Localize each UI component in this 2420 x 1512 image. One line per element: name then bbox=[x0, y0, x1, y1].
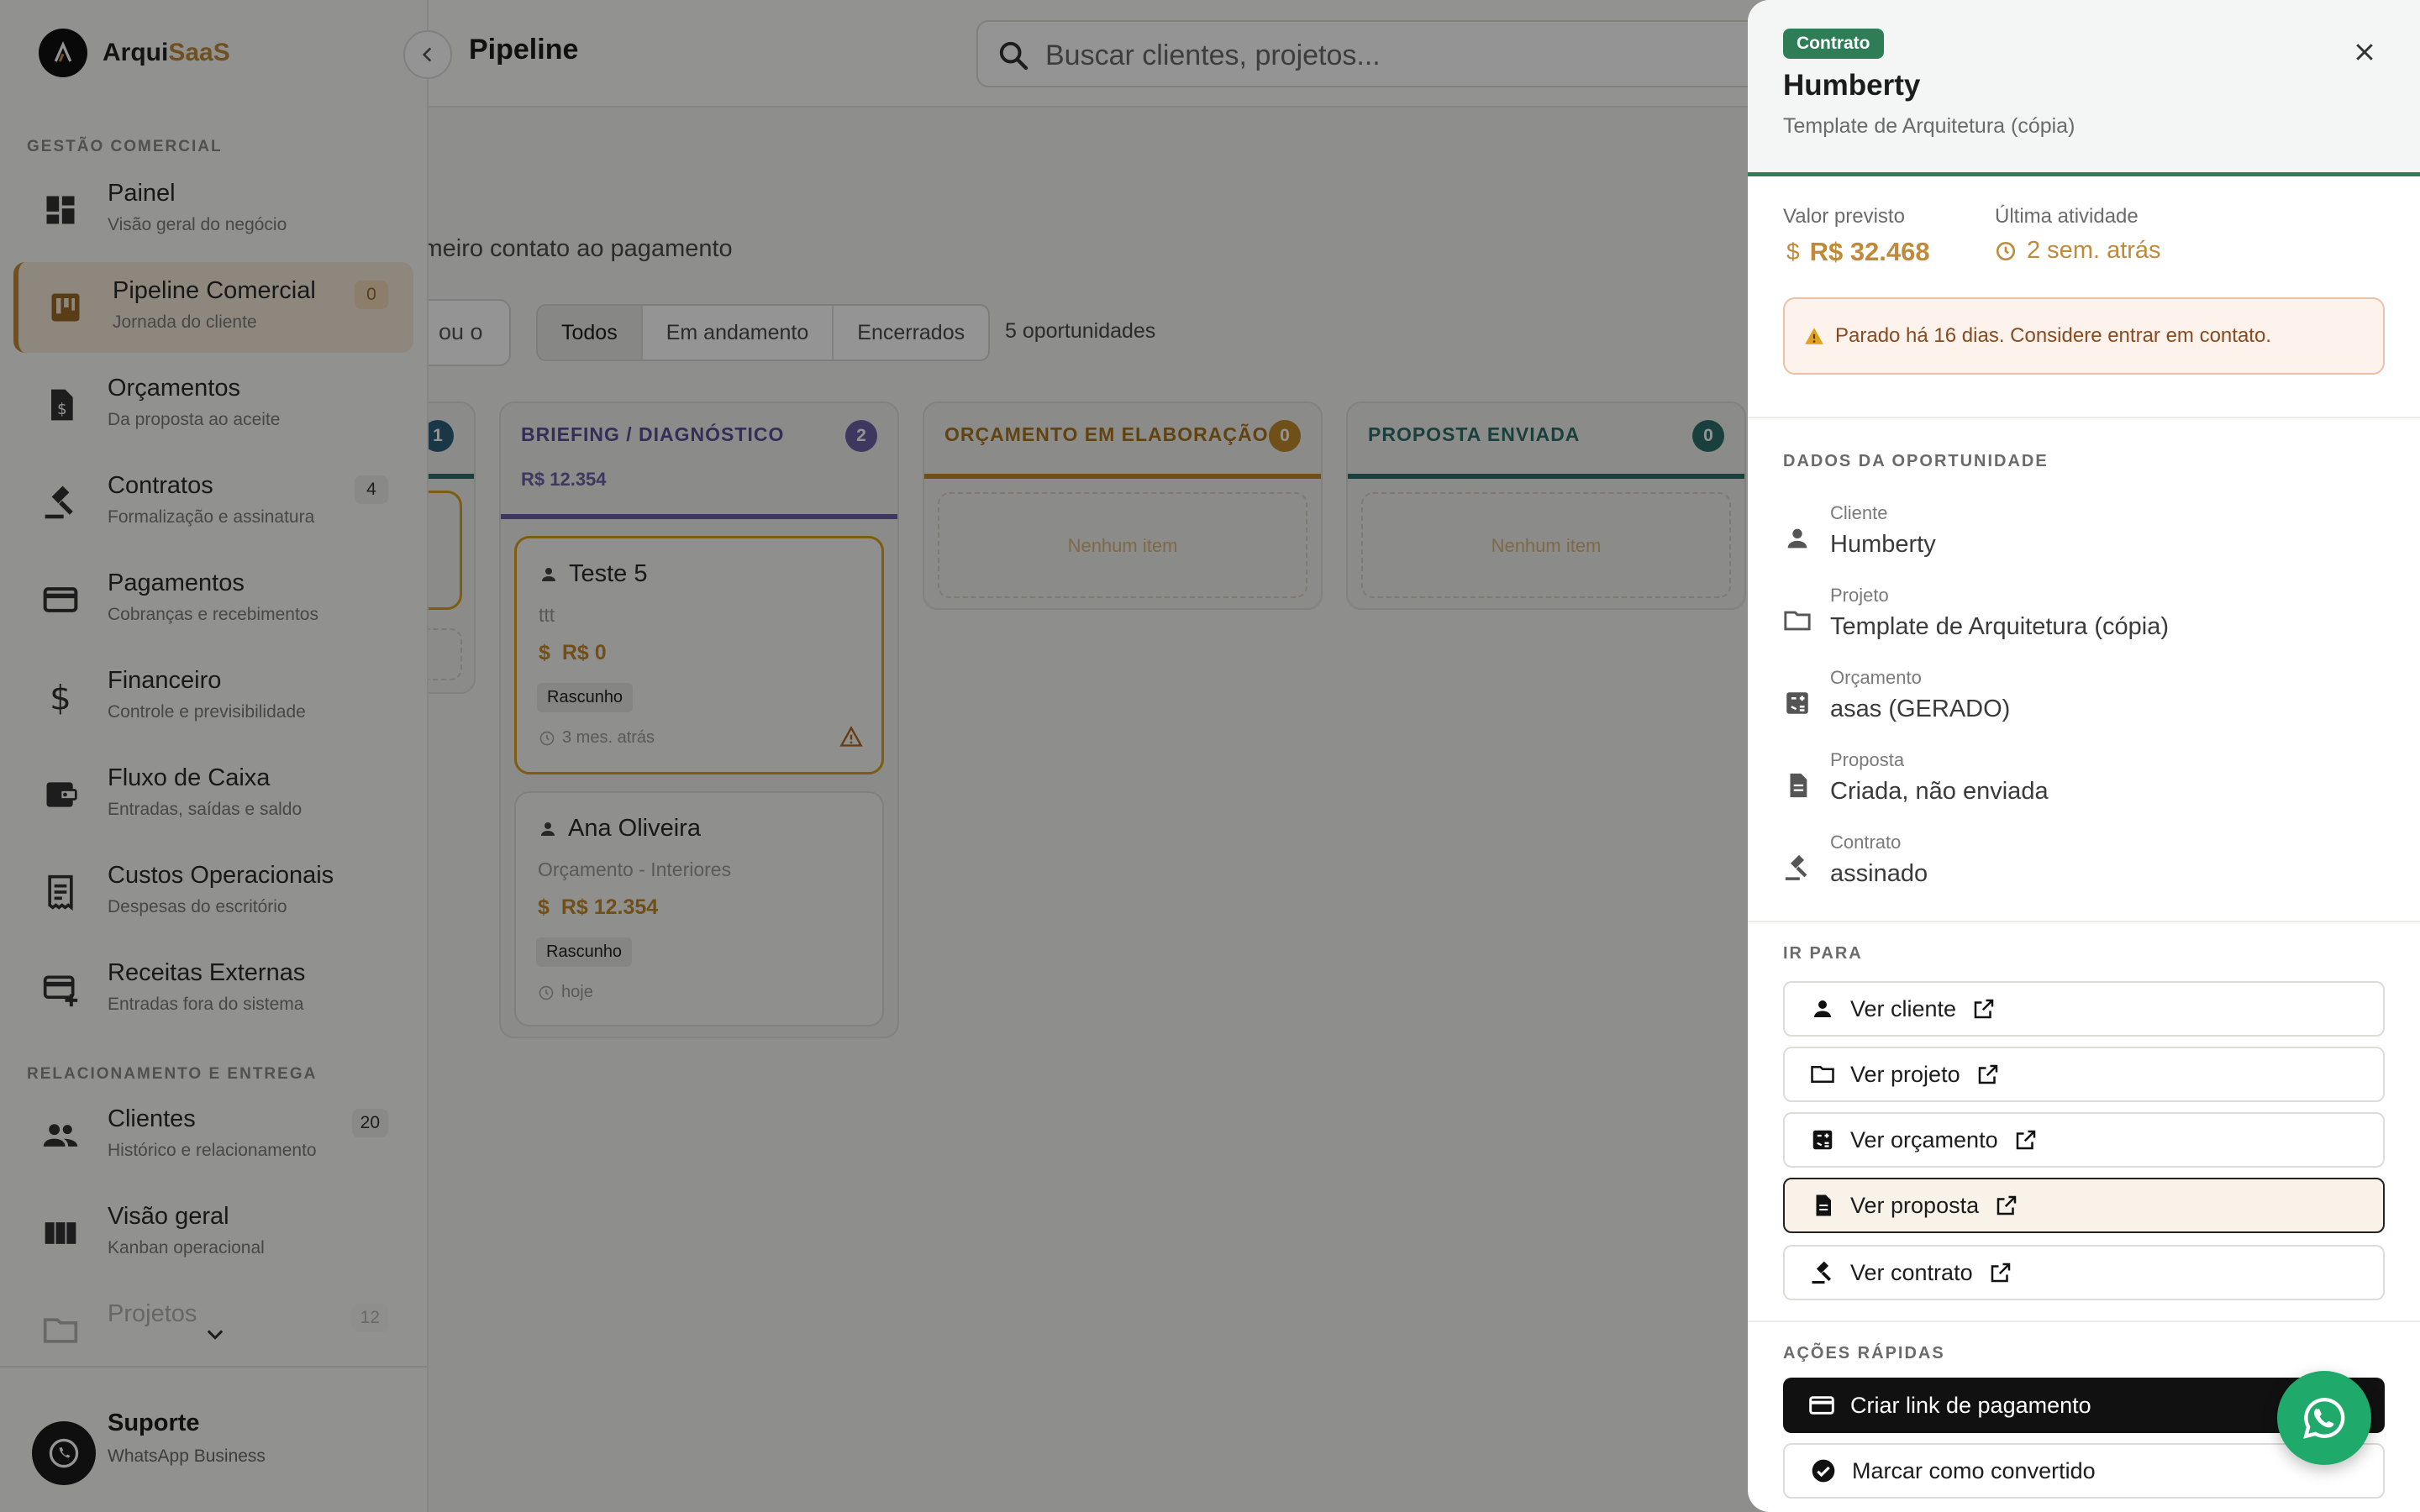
field-orcamento: Orçamento asas (GERADO) bbox=[1783, 667, 2385, 743]
field-label: Orçamento bbox=[1830, 667, 1922, 688]
field-label: Proposta bbox=[1830, 749, 1905, 770]
ver-orcamento-button[interactable]: Ver orçamento bbox=[1783, 1112, 2385, 1168]
button-label: Ver contrato bbox=[1850, 1259, 1973, 1285]
field-projeto: Projeto Template de Arquitetura (cópia) bbox=[1783, 585, 2385, 660]
whatsapp-icon bbox=[2303, 1398, 2345, 1439]
button-label: Marcar como convertido bbox=[1852, 1457, 2096, 1483]
external-link-icon bbox=[2016, 1130, 2035, 1150]
check-circle-icon bbox=[1812, 1459, 1835, 1483]
button-label: Ver orçamento bbox=[1850, 1126, 1998, 1152]
drawer-header: Contrato Humberty Template de Arquitetur… bbox=[1748, 0, 2420, 176]
field-value: asas (GERADO) bbox=[1830, 696, 2011, 722]
field-label: Projeto bbox=[1830, 585, 1889, 606]
gavel-icon bbox=[1812, 1261, 1832, 1284]
divider bbox=[1748, 921, 2420, 922]
field-contrato: Contrato assinado bbox=[1783, 832, 2385, 907]
button-label: Ver proposta bbox=[1850, 1192, 1980, 1218]
drawer-title: Humberty bbox=[1783, 69, 1921, 102]
clock-icon bbox=[1996, 241, 2016, 260]
atividade-value-text: 2 sem. atrás bbox=[2027, 237, 2161, 264]
folder-icon bbox=[1811, 1066, 1834, 1083]
ver-proposta-button[interactable]: Ver proposta bbox=[1783, 1178, 2385, 1233]
divider bbox=[1748, 417, 2420, 418]
ver-contrato-button[interactable]: Ver contrato bbox=[1783, 1245, 2385, 1300]
close-icon bbox=[2356, 44, 2373, 60]
valor-value: $ R$ 32.468 bbox=[1786, 237, 1930, 267]
button-label: Criar link de pagamento bbox=[1850, 1392, 2091, 1418]
section-acoes-rapidas: AÇÕES RÁPIDAS bbox=[1783, 1344, 1945, 1362]
credit-card-icon bbox=[1809, 1396, 1834, 1415]
dollar-icon: $ bbox=[1786, 239, 1800, 265]
folder-icon bbox=[1784, 611, 1811, 631]
atividade-value: 2 sem. atrás bbox=[1995, 237, 2161, 265]
calculator-icon bbox=[1786, 692, 1808, 714]
valor-label: Valor previsto bbox=[1783, 205, 1905, 228]
field-label: Cliente bbox=[1830, 502, 1888, 523]
section-dados: DADOS DA OPORTUNIDADE bbox=[1783, 452, 2049, 470]
person-icon bbox=[1814, 1000, 1831, 1017]
field-value: assinado bbox=[1830, 860, 1928, 887]
opportunity-drawer: Contrato Humberty Template de Arquitetur… bbox=[1748, 0, 2420, 1512]
warning-icon bbox=[1805, 328, 1823, 344]
field-label: Contrato bbox=[1830, 832, 1902, 853]
field-value: Template de Arquitetura (cópia) bbox=[1830, 613, 2169, 640]
field-value: Humberty bbox=[1830, 531, 1936, 558]
close-button[interactable] bbox=[2344, 32, 2385, 72]
document-icon bbox=[1790, 773, 1807, 798]
external-link-icon bbox=[1996, 1195, 2017, 1215]
stale-alert: Parado há 16 dias. Considere entrar em c… bbox=[1783, 297, 2385, 375]
document-icon bbox=[1816, 1194, 1831, 1216]
valor-value-text: R$ 32.468 bbox=[1809, 237, 1930, 266]
calculator-icon bbox=[1812, 1130, 1833, 1150]
field-value: Criada, não enviada bbox=[1830, 778, 2049, 805]
external-link-icon bbox=[1978, 1064, 1997, 1084]
gavel-icon bbox=[1785, 854, 1807, 880]
ver-cliente-button[interactable]: Ver cliente bbox=[1783, 981, 2385, 1037]
person-icon bbox=[1787, 528, 1807, 549]
field-proposta: Proposta Criada, não enviada bbox=[1783, 749, 2385, 825]
external-link-icon bbox=[1991, 1263, 2010, 1283]
drawer-subtitle: Template de Arquitetura (cópia) bbox=[1783, 114, 2075, 138]
atividade-label: Última atividade bbox=[1995, 205, 2139, 228]
whatsapp-fab-button[interactable] bbox=[2277, 1371, 2371, 1465]
divider bbox=[1748, 1320, 2420, 1322]
button-label: Ver projeto bbox=[1850, 1061, 1960, 1087]
field-cliente: Cliente Humberty bbox=[1783, 502, 2385, 578]
stale-alert-text: Parado há 16 dias. Considere entrar em c… bbox=[1835, 324, 2271, 347]
external-link-icon bbox=[1974, 999, 1994, 1019]
section-ir-para: IR PARA bbox=[1783, 944, 1863, 963]
button-label: Ver cliente bbox=[1850, 995, 1957, 1021]
stage-badge: Contrato bbox=[1783, 29, 1884, 59]
ver-projeto-button[interactable]: Ver projeto bbox=[1783, 1047, 2385, 1102]
